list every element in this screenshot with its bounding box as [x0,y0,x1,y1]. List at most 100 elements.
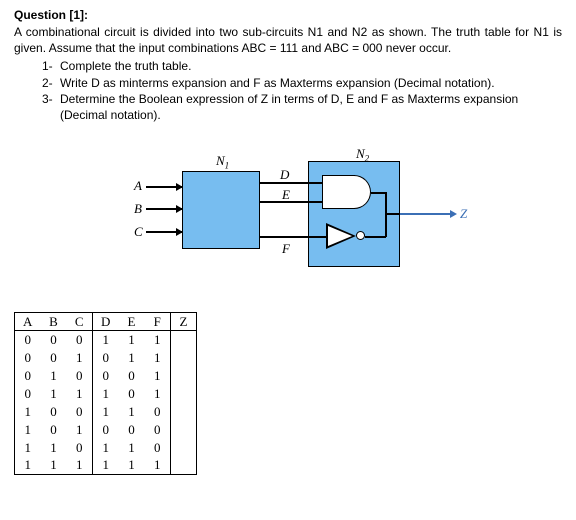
table-cell: 1 [15,439,41,457]
th-c: C [67,313,93,331]
label-n1: N1 [216,153,229,171]
table-row: 000111 [15,331,197,349]
th-z: Z [171,313,197,331]
circuit-diagram: N1 N2 A B C D E F [108,149,468,294]
table-cell: 0 [93,421,119,439]
wire-and-in1 [308,182,322,184]
table-cell: 1 [119,403,145,421]
table-cell: 0 [15,331,41,349]
task-2-number: 2- [42,75,60,91]
table-cell: 0 [41,331,67,349]
table-row: 110110 [15,439,197,457]
task-3-text: Determine the Boolean expression of Z in… [60,91,562,107]
table-cell: 0 [67,403,93,421]
table-cell [171,439,197,457]
th-a: A [15,313,41,331]
table-cell: 1 [93,385,119,403]
truth-table-header-row: A B C D E F Z [15,313,197,331]
table-cell: 1 [41,367,67,385]
table-cell: 1 [67,349,93,367]
table-row: 011101 [15,385,197,403]
label-b: B [134,201,142,217]
table-cell: 0 [93,349,119,367]
table-cell: 1 [93,457,119,475]
table-cell: 1 [93,403,119,421]
table-row: 100110 [15,403,197,421]
table-cell [171,421,197,439]
question-heading: Question [1]: [14,8,562,22]
task-list: 1- Complete the truth table. 2- Write D … [42,58,562,107]
table-cell: 1 [145,349,171,367]
label-e: E [282,187,290,203]
table-cell: 0 [145,403,171,421]
arrowhead-b [176,205,183,213]
table-cell: 0 [67,331,93,349]
wire-join-vert [385,192,387,237]
task-2-text: Write D as minterms expansion and F as M… [60,75,562,91]
table-cell: 0 [41,421,67,439]
table-cell: 1 [119,349,145,367]
table-cell: 1 [119,439,145,457]
task-3-text-cont: (Decimal notation). [60,107,562,123]
table-cell: 1 [145,331,171,349]
table-cell: 0 [93,367,119,385]
table-cell [171,367,197,385]
wire-not-out [365,236,386,238]
wire-to-edge [385,213,400,215]
table-cell [171,403,197,421]
table-cell: 0 [119,367,145,385]
table-cell: 0 [145,421,171,439]
wire-f [260,236,326,238]
table-row: 010001 [15,367,197,385]
table-cell: 0 [67,367,93,385]
table-cell: 0 [145,439,171,457]
label-c: C [134,224,143,240]
table-cell: 1 [41,385,67,403]
th-d: D [93,313,119,331]
wire-z [400,213,452,215]
table-cell: 1 [67,385,93,403]
table-cell: 0 [41,403,67,421]
subcircuit-n1-box [182,171,260,249]
label-d: D [280,167,289,183]
table-cell: 1 [93,439,119,457]
truth-table: A B C D E F Z 00011100101101000101110110… [14,312,197,475]
table-cell [171,457,197,475]
table-cell: 1 [41,439,67,457]
table-cell: 0 [67,439,93,457]
table-row: 101000 [15,421,197,439]
table-cell: 0 [15,367,41,385]
label-f: F [282,241,290,257]
not-gate [326,223,356,249]
th-e: E [119,313,145,331]
label-a: A [134,178,142,194]
table-cell [171,331,197,349]
table-cell: 1 [145,457,171,475]
arrowhead-z [450,210,457,218]
task-3-number: 3- [42,91,60,107]
table-cell: 1 [67,457,93,475]
table-cell: 1 [15,457,41,475]
wire-and-in2 [308,201,322,203]
th-f: F [145,313,171,331]
arrowhead-a [176,183,183,191]
arrowhead-c [176,228,183,236]
table-cell: 1 [67,421,93,439]
table-cell: 0 [119,385,145,403]
table-cell: 1 [93,331,119,349]
table-cell [171,385,197,403]
table-cell [171,349,197,367]
and-gate [322,175,372,209]
task-1-number: 1- [42,58,60,74]
table-cell: 0 [119,421,145,439]
table-cell: 1 [119,331,145,349]
question-prompt: A combinational circuit is divided into … [14,24,562,56]
table-cell: 1 [145,367,171,385]
table-cell: 1 [15,403,41,421]
table-cell: 1 [41,457,67,475]
table-cell: 0 [41,349,67,367]
label-n2: N2 [356,146,369,164]
label-z: Z [460,206,467,222]
th-b: B [41,313,67,331]
wire-and-out [371,192,386,194]
